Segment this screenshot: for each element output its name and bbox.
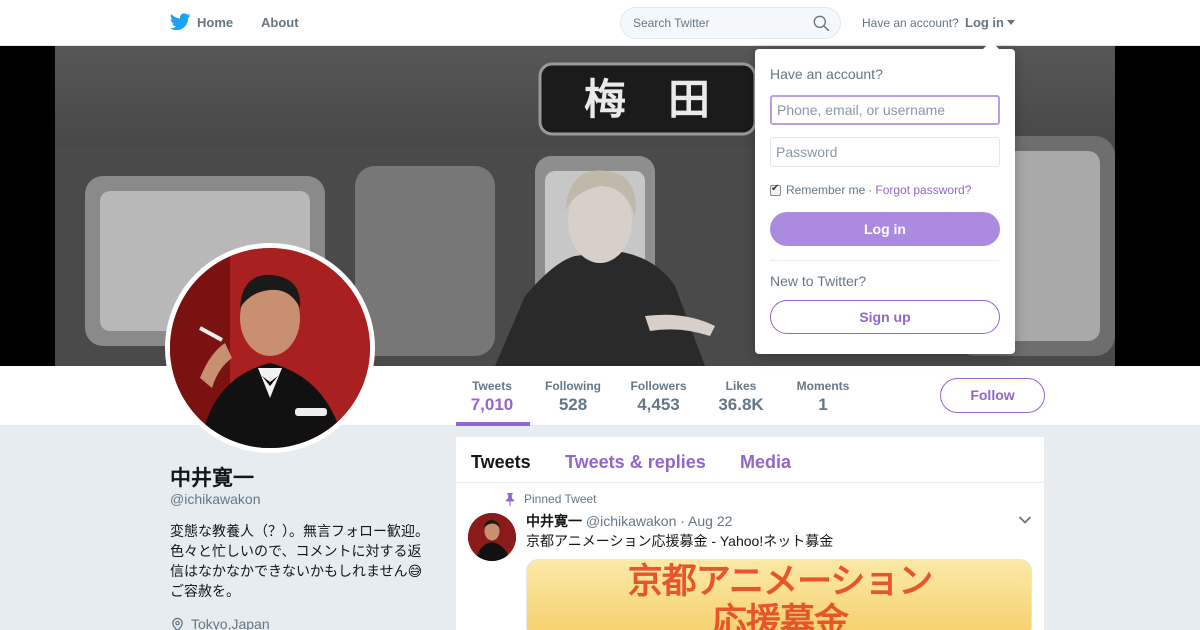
login-button[interactable]: Log in — [770, 212, 1000, 246]
tweet-author-avatar[interactable] — [468, 513, 516, 561]
password-field[interactable] — [770, 137, 1000, 167]
caret-down-icon — [1007, 20, 1015, 25]
stat-likes-value: 36.8K — [718, 395, 764, 414]
login-dropdown-title: Have an account? — [770, 66, 883, 82]
remember-me-checkbox[interactable] — [770, 183, 781, 196]
stat-tweets-label: Tweets — [472, 379, 512, 393]
pinned-tweet-label: Pinned Tweet — [524, 492, 597, 506]
stat-moments-label: Moments — [796, 379, 850, 393]
search-placeholder: Search Twitter — [633, 16, 710, 30]
stat-following[interactable]: Following 528 — [545, 379, 601, 415]
tweet-media-card[interactable]: 京都アニメーション 応援募金 — [526, 559, 1032, 630]
profile-bio: 変態な教養人（？）。無言フォロー歓迎。色々と忙しいので、コメントに対する返信はな… — [170, 523, 429, 599]
pinned-tweet-context: Pinned Tweet — [504, 492, 597, 506]
stat-followers-value: 4,453 — [637, 395, 680, 414]
twitter-bird-icon — [170, 13, 191, 31]
dropdown-divider — [770, 260, 1000, 261]
timeline: Tweets Tweets & replies Media Pinned Twe… — [456, 437, 1044, 630]
stat-tweets-value: 7,010 — [470, 395, 514, 414]
login-link-label: Log in — [965, 15, 1004, 30]
username-field[interactable] — [770, 95, 1000, 125]
login-dropdown: Have an account? Remember me · Forgot pa… — [755, 41, 1015, 354]
follow-button[interactable]: Follow — [940, 378, 1045, 413]
signup-button[interactable]: Sign up — [770, 300, 1000, 334]
remember-me-row: Remember me · Forgot password? — [770, 183, 971, 197]
nav-home-link[interactable]: Home — [170, 13, 233, 31]
avatar-portrait — [170, 248, 370, 448]
chevron-down-icon[interactable] — [1018, 515, 1032, 525]
forgot-password-link[interactable]: Forgot password? — [875, 183, 971, 197]
new-to-twitter-text: New to Twitter? — [770, 273, 867, 289]
tweet-author-name[interactable]: 中井寛一 — [526, 513, 582, 529]
search-input[interactable]: Search Twitter — [620, 7, 841, 39]
stat-likes[interactable]: Likes 36.8K — [716, 379, 766, 415]
timeline-tabs: Tweets Tweets & replies Media — [456, 437, 1044, 483]
profile-location: Tokyo,Japan — [170, 616, 270, 630]
tab-tweets[interactable]: Tweets — [471, 452, 531, 473]
stat-moments-value: 1 — [818, 395, 828, 414]
top-navigation-bar: Home About Search Twitter Have an accoun… — [0, 0, 1200, 46]
tweet-author-handle[interactable]: @ichikawakon — [586, 513, 676, 529]
active-tab-indicator — [456, 422, 530, 426]
login-dropdown-toggle[interactable]: Log in — [965, 15, 1015, 30]
tab-media[interactable]: Media — [740, 452, 791, 473]
stat-likes-label: Likes — [725, 379, 757, 393]
banner-sign-text: 梅 田 — [584, 75, 710, 124]
stat-moments[interactable]: Moments 1 — [795, 379, 851, 415]
have-account-text: Have an account? — [862, 16, 959, 30]
stat-following-label: Following — [545, 379, 601, 393]
stat-following-value: 528 — [558, 395, 588, 414]
tweet-text: 京都アニメーション応援募金 - Yahoo!ネット募金 — [526, 533, 834, 549]
nav-home-label: Home — [197, 14, 234, 30]
tab-tweets-and-replies[interactable]: Tweets & replies — [565, 452, 706, 473]
stat-tweets[interactable]: Tweets 7,010 — [470, 379, 514, 415]
remember-separator: · — [868, 183, 873, 197]
stat-followers[interactable]: Followers 4,453 — [630, 379, 687, 415]
profile-name[interactable]: 中井寛一 — [170, 462, 254, 492]
profile-location-text: Tokyo,Japan — [191, 616, 270, 630]
nav-about-link[interactable]: About — [261, 15, 299, 30]
tweet-header: 中井寛一 @ichikawakon · Aug 22 — [526, 511, 732, 531]
tweet-date[interactable]: · Aug 22 — [680, 513, 732, 529]
tweet-avatar-portrait — [468, 513, 516, 561]
profile-handle[interactable]: @ichikawakon — [170, 491, 260, 507]
tweet-media-title: 京都アニメーション 応援募金 — [627, 562, 934, 630]
profile-avatar[interactable] — [165, 243, 375, 453]
search-icon[interactable] — [813, 15, 830, 32]
pin-icon — [505, 492, 515, 506]
location-pin-icon — [172, 617, 183, 630]
remember-me-label[interactable]: Remember me — [786, 183, 865, 197]
stat-followers-label: Followers — [630, 379, 687, 393]
